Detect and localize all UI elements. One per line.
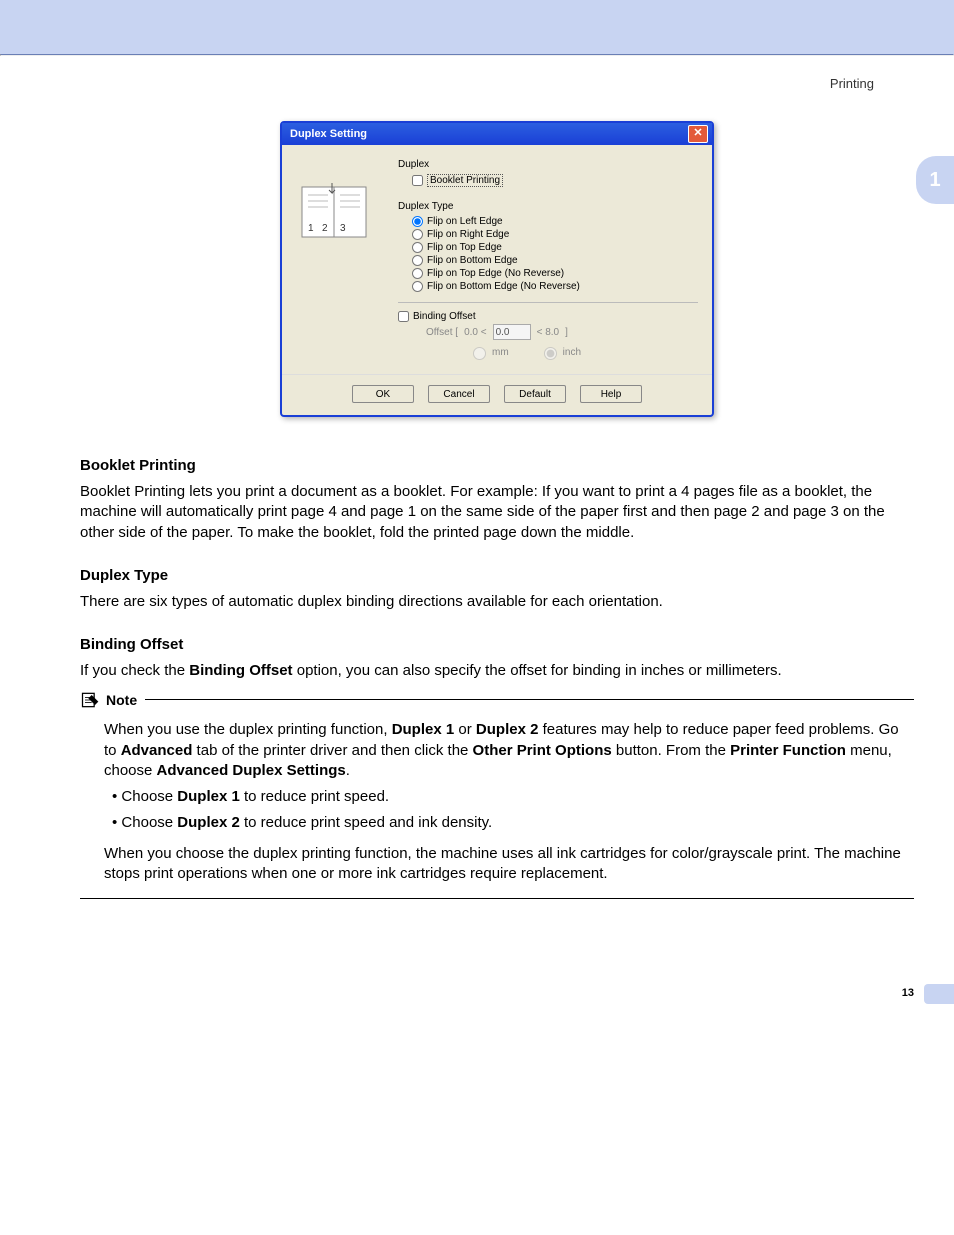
close-icon: ✕ bbox=[693, 127, 702, 139]
duplex-preview: 1 2 3 bbox=[296, 159, 386, 360]
page-number-tab bbox=[924, 984, 954, 1004]
offset-unit-row: mm inch bbox=[468, 344, 698, 360]
dialog-title: Duplex Setting bbox=[290, 128, 367, 140]
page-number: 13 bbox=[902, 987, 914, 999]
flip-top-edge-radio[interactable]: Flip on Top Edge bbox=[412, 242, 698, 253]
chapter-side-tab: 1 bbox=[916, 156, 954, 204]
pencil-note-icon bbox=[80, 690, 100, 710]
ok-button[interactable]: OK bbox=[352, 385, 414, 403]
booklet-heading: Booklet Printing bbox=[80, 457, 914, 474]
group-divider bbox=[398, 302, 698, 303]
duplex-type-heading: Duplex Type bbox=[80, 567, 914, 584]
offset-value-row: Offset [ 0.0 < < 8.0 ] bbox=[426, 324, 698, 340]
duplex-group-label: Duplex bbox=[398, 159, 698, 170]
help-button[interactable]: Help bbox=[580, 385, 642, 403]
binding-offset-heading: Binding Offset bbox=[80, 636, 914, 653]
svg-text:1: 1 bbox=[308, 223, 314, 234]
note-block: Note When you use the duplex printing fu… bbox=[80, 699, 914, 899]
duplex-setting-dialog: Duplex Setting ✕ bbox=[280, 121, 714, 417]
flip-left-edge-radio[interactable]: Flip on Left Edge bbox=[412, 216, 698, 227]
note-bullet-2: • Choose Duplex 2 to reduce print speed … bbox=[112, 813, 914, 833]
unit-inch-radio[interactable]: inch bbox=[539, 344, 581, 360]
note-bullet-1: • Choose Duplex 1 to reduce print speed. bbox=[112, 787, 914, 807]
note-label: Note bbox=[106, 692, 137, 708]
offset-input[interactable] bbox=[493, 324, 531, 340]
section-title: Printing bbox=[830, 76, 874, 91]
cancel-button[interactable]: Cancel bbox=[428, 385, 490, 403]
booklet-body: Booklet Printing lets you print a docume… bbox=[80, 482, 914, 543]
flip-bottom-edge-radio[interactable]: Flip on Bottom Edge bbox=[412, 255, 698, 266]
page-content: Printing 1 Duplex Setting ✕ bbox=[0, 56, 954, 899]
note-header: Note bbox=[80, 690, 145, 710]
duplex-type-body: There are six types of automatic duplex … bbox=[80, 592, 914, 612]
svg-text:2: 2 bbox=[322, 223, 328, 234]
top-header-band bbox=[0, 0, 954, 54]
default-button[interactable]: Default bbox=[504, 385, 566, 403]
note-para1: When you use the duplex printing functio… bbox=[104, 720, 914, 781]
close-button[interactable]: ✕ bbox=[688, 125, 708, 143]
booklet-printing-label: Booklet Printing bbox=[427, 174, 503, 187]
flip-bottom-noreverse-radio[interactable]: Flip on Bottom Edge (No Reverse) bbox=[412, 281, 698, 292]
booklet-printing-input[interactable] bbox=[412, 175, 423, 186]
flip-right-edge-radio[interactable]: Flip on Right Edge bbox=[412, 229, 698, 240]
unit-mm-radio[interactable]: mm bbox=[468, 344, 509, 360]
booklet-preview-icon: 1 2 3 bbox=[296, 179, 376, 249]
booklet-printing-checkbox[interactable]: Booklet Printing bbox=[412, 174, 698, 187]
svg-text:3: 3 bbox=[340, 223, 346, 234]
binding-offset-body: If you check the Binding Offset option, … bbox=[80, 661, 914, 681]
duplex-type-group-label: Duplex Type bbox=[398, 201, 698, 212]
binding-offset-checkbox[interactable]: Binding Offset bbox=[398, 311, 698, 322]
section-header: Printing bbox=[80, 56, 914, 91]
note-para2: When you choose the duplex printing func… bbox=[104, 844, 914, 885]
dialog-titlebar: Duplex Setting ✕ bbox=[282, 123, 712, 145]
flip-top-noreverse-radio[interactable]: Flip on Top Edge (No Reverse) bbox=[412, 268, 698, 279]
